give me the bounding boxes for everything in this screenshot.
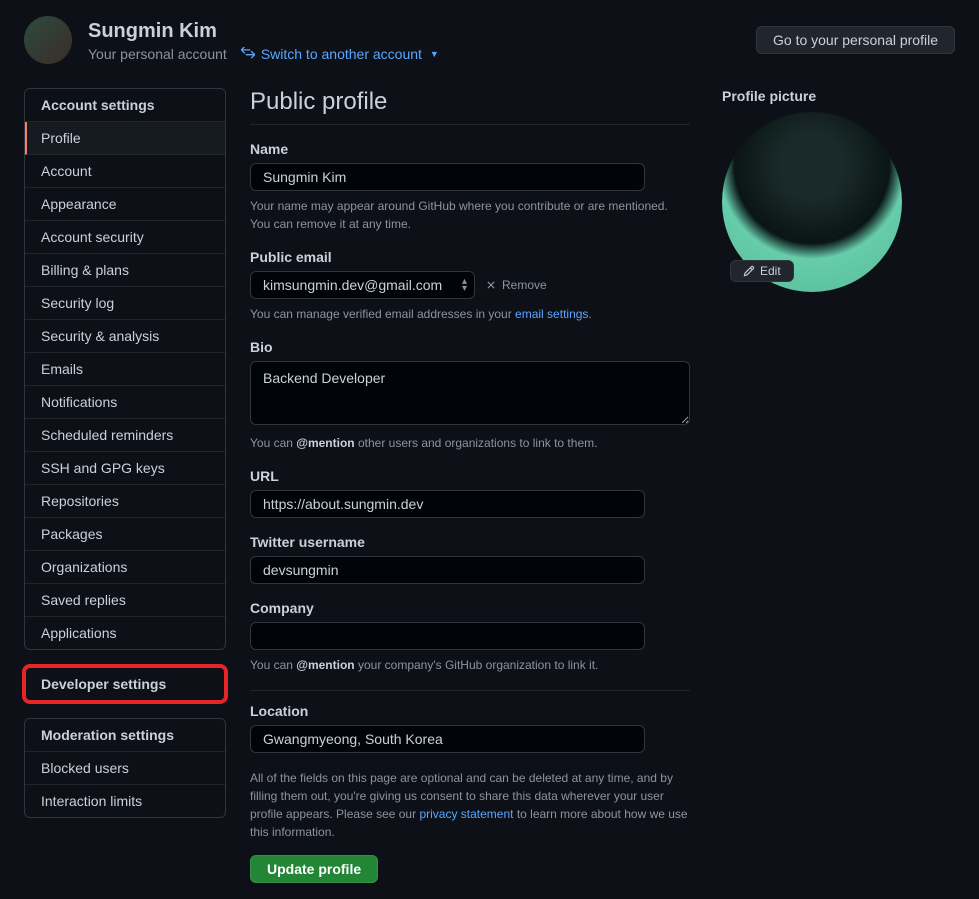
chevron-down-icon: ▼ [430,49,439,59]
sidebar-item-appearance[interactable]: Appearance [25,188,225,221]
remove-email-button[interactable]: Remove [485,278,547,292]
sidebar-item-scheduled-reminders[interactable]: Scheduled reminders [25,419,225,452]
sidebar-item-emails[interactable]: Emails [25,353,225,386]
page-header: Sungmin Kim Your personal account Switch… [24,16,955,64]
company-hint: You can @mention your company's GitHub o… [250,656,690,674]
pencil-icon [743,265,755,277]
disclaimer: All of the fields on this page are optio… [250,769,690,841]
company-label: Company [250,600,690,616]
switch-icon [241,47,255,61]
developer-settings-highlight: Developer settings [24,666,226,702]
name-hint: Your name may appear around GitHub where… [250,197,690,233]
location-input[interactable] [250,725,645,753]
account-type-label: Your personal account [88,46,227,62]
update-profile-button[interactable]: Update profile [250,855,378,883]
username: Sungmin Kim [88,19,439,44]
sidebar-item-account[interactable]: Account [25,155,225,188]
sidebar-item-developer-settings[interactable]: Developer settings [25,667,225,701]
sidebar: Account settings Profile Account Appeara… [24,88,226,883]
email-hint: You can manage verified email addresses … [250,305,690,323]
url-input[interactable] [250,490,645,518]
sidebar-header-moderation: Moderation settings [25,719,225,752]
sidebar-item-repositories[interactable]: Repositories [25,485,225,518]
sidebar-item-account-security[interactable]: Account security [25,221,225,254]
twitter-input[interactable] [250,556,645,584]
edit-picture-button[interactable]: Edit [730,260,794,282]
bio-textarea[interactable]: Backend Developer [250,361,690,425]
privacy-link[interactable]: privacy statement [419,807,513,821]
sidebar-item-security-log[interactable]: Security log [25,287,225,320]
email-settings-link[interactable]: email settings [515,307,588,321]
email-label: Public email [250,249,690,265]
profile-picture-label: Profile picture [722,88,922,104]
location-label: Location [250,703,690,719]
go-to-profile-button[interactable]: Go to your personal profile [756,26,955,54]
sidebar-item-ssh-gpg[interactable]: SSH and GPG keys [25,452,225,485]
bio-hint: You can @mention other users and organiz… [250,434,690,452]
sidebar-item-organizations[interactable]: Organizations [25,551,225,584]
sidebar-item-blocked-users[interactable]: Blocked users [25,752,225,785]
company-input[interactable] [250,622,645,650]
url-label: URL [250,468,690,484]
page-title: Public profile [250,88,690,125]
sidebar-item-profile[interactable]: Profile [25,122,225,155]
avatar[interactable] [24,16,72,64]
sidebar-item-packages[interactable]: Packages [25,518,225,551]
email-select[interactable]: kimsungmin.dev@gmail.com [250,271,475,299]
sidebar-item-security-analysis[interactable]: Security & analysis [25,320,225,353]
name-input[interactable] [250,163,645,191]
bio-label: Bio [250,339,690,355]
divider [250,690,690,691]
name-label: Name [250,141,690,157]
sidebar-item-saved-replies[interactable]: Saved replies [25,584,225,617]
sidebar-header-account: Account settings [25,89,225,122]
twitter-label: Twitter username [250,534,690,550]
x-icon [485,279,497,291]
switch-account-link[interactable]: Switch to another account ▼ [241,46,439,62]
sidebar-item-interaction-limits[interactable]: Interaction limits [25,785,225,817]
sidebar-item-notifications[interactable]: Notifications [25,386,225,419]
sidebar-item-billing[interactable]: Billing & plans [25,254,225,287]
sidebar-item-applications[interactable]: Applications [25,617,225,649]
